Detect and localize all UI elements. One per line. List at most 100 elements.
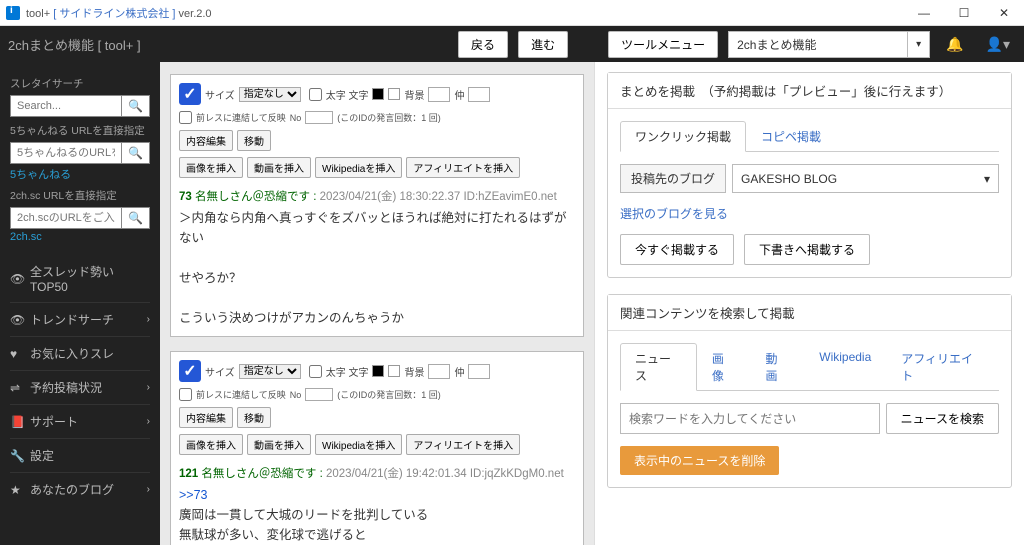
insert-image-button[interactable]: 画像を挿入 bbox=[179, 434, 243, 455]
move-button[interactable]: 移動 bbox=[237, 407, 271, 428]
sidebar-item-scheduled[interactable]: ⇌ 予約投稿状況 › bbox=[10, 370, 150, 404]
section-label: スレタイサーチ bbox=[10, 76, 150, 91]
tab-copypaste[interactable]: コピペ掲載 bbox=[746, 121, 836, 151]
edit-content-button[interactable]: 内容編集 bbox=[179, 407, 233, 428]
publish-now-button[interactable]: 今すぐ掲載する bbox=[620, 234, 734, 265]
search-icon[interactable]: 🔍 bbox=[122, 142, 150, 164]
no-input[interactable] bbox=[305, 111, 333, 124]
insert-video-button[interactable]: 動画を挿入 bbox=[247, 157, 311, 178]
size-select[interactable]: 指定なし bbox=[239, 364, 301, 379]
post-card: ✓ サイズ 指定なし 太字 文字 背景 仲 前レスに連結して反映 No (このI… bbox=[170, 74, 584, 337]
blog-select-value: GAKESHO BLOG bbox=[741, 172, 837, 186]
url-2chsc-input[interactable] bbox=[10, 207, 122, 229]
extra-input[interactable] bbox=[468, 364, 490, 379]
join-prev-checkbox[interactable] bbox=[179, 111, 192, 124]
edit-content-button[interactable]: 内容編集 bbox=[179, 130, 233, 151]
news-search-input[interactable] bbox=[620, 403, 880, 434]
url-5ch-input[interactable] bbox=[10, 142, 122, 164]
user-icon[interactable]: 👤▾ bbox=[980, 36, 1016, 53]
book-icon: 📕 bbox=[10, 415, 24, 429]
anchor-link[interactable]: >>73 bbox=[179, 488, 208, 502]
bell-icon[interactable]: 🔔 bbox=[940, 36, 969, 53]
insert-wikipedia-button[interactable]: Wikipediaを挿入 bbox=[315, 157, 402, 178]
sidebar-item-favorite[interactable]: ♥ お気に入りスレ bbox=[10, 336, 150, 370]
insert-affiliate-button[interactable]: アフィリエイトを挿入 bbox=[406, 434, 520, 455]
bold-checkbox[interactable] bbox=[309, 88, 322, 101]
sidebar-item-label: トレンドサーチ bbox=[30, 311, 114, 328]
navbar: 2chまとめ機能 [ tool+ ] 戻る 進む ツールメニュー 2chまとめ機… bbox=[0, 26, 1024, 62]
post-card: ✓ サイズ 指定なし 太字 文字 背景 仲 前レスに連結して反映 No (このI… bbox=[170, 351, 584, 545]
schedule-icon: ⇌ bbox=[10, 381, 24, 395]
sidebar-item-label: 全スレッド勢いTOP50 bbox=[30, 263, 150, 294]
insert-affiliate-button[interactable]: アフィリエイトを挿入 bbox=[406, 157, 520, 178]
tab-news[interactable]: ニュース bbox=[620, 343, 697, 391]
save-draft-button[interactable]: 下書きへ掲載する bbox=[744, 234, 870, 265]
join-prev-checkbox[interactable] bbox=[179, 388, 192, 401]
tab-video[interactable]: 動画 bbox=[751, 343, 805, 390]
text-color-swatch-2[interactable] bbox=[388, 88, 400, 100]
maximize-button[interactable]: ☐ bbox=[944, 0, 984, 26]
bg-input[interactable] bbox=[428, 87, 450, 102]
blog-select[interactable]: GAKESHO BLOG ▾ bbox=[732, 164, 999, 193]
bold-checkbox[interactable] bbox=[309, 365, 322, 378]
count-text: (このIDの発言回数：1 回) bbox=[337, 388, 441, 401]
eye-icon: 👁 bbox=[10, 272, 24, 286]
sidebar-item-label: お気に入りスレ bbox=[30, 345, 114, 362]
size-label: サイズ bbox=[205, 87, 235, 102]
text-color-swatch-2[interactable] bbox=[388, 365, 400, 377]
sidebar-item-yourblog[interactable]: ★ あなたのブログ › bbox=[10, 472, 150, 506]
title-bar: tool+ [ サイドライン株式会社 ] ver.2.0 — ☐ ✕ bbox=[0, 0, 1024, 26]
tool-menu-button[interactable]: ツールメニュー bbox=[608, 31, 718, 58]
title-search-input[interactable] bbox=[10, 95, 122, 117]
minimize-button[interactable]: — bbox=[904, 0, 944, 26]
sidebar-item-settings[interactable]: 🔧 設定 bbox=[10, 438, 150, 472]
link-2chsc[interactable]: 2ch.sc bbox=[10, 231, 150, 243]
separator: 仲 bbox=[454, 364, 464, 379]
text-color-swatch[interactable] bbox=[372, 365, 384, 377]
post-meta: 121 名無しさん＠恐縮です : 2023/04/21(金) 19:42:01.… bbox=[179, 465, 575, 481]
chevron-down-icon: ▾ bbox=[984, 172, 990, 186]
sidebar-item-top50[interactable]: 👁 全スレッド勢いTOP50 bbox=[10, 255, 150, 302]
insert-image-button[interactable]: 画像を挿入 bbox=[179, 157, 243, 178]
extra-input[interactable] bbox=[468, 87, 490, 102]
close-button[interactable]: ✕ bbox=[984, 0, 1024, 26]
sidebar-item-label: サポート bbox=[30, 413, 78, 430]
no-input[interactable] bbox=[305, 388, 333, 401]
sidebar-item-trend[interactable]: 👁 トレンドサーチ › bbox=[10, 302, 150, 336]
mode-select[interactable]: 2chまとめ機能 ▾ bbox=[728, 31, 930, 58]
chevron-down-icon[interactable]: ▾ bbox=[908, 31, 930, 58]
search-icon[interactable]: 🔍 bbox=[122, 207, 150, 229]
move-button[interactable]: 移動 bbox=[237, 130, 271, 151]
text-color-swatch[interactable] bbox=[372, 88, 384, 100]
forward-button[interactable]: 進む bbox=[518, 31, 568, 58]
heart-icon: ♥ bbox=[10, 347, 24, 361]
tab-affiliate[interactable]: アフィリエイト bbox=[886, 343, 999, 390]
tab-oneclick[interactable]: ワンクリック掲載 bbox=[620, 121, 746, 152]
insert-video-button[interactable]: 動画を挿入 bbox=[247, 434, 311, 455]
back-button[interactable]: 戻る bbox=[458, 31, 508, 58]
link-5ch[interactable]: 5ちゃんねる bbox=[10, 166, 150, 182]
sidebar-item-label: あなたのブログ bbox=[30, 481, 114, 498]
tab-wikipedia[interactable]: Wikipedia bbox=[804, 343, 886, 390]
chevron-right-icon: › bbox=[147, 484, 150, 495]
size-select[interactable]: 指定なし bbox=[239, 87, 301, 102]
sidebar: スレタイサーチ 🔍 5ちゃんねる URLを直接指定 🔍 5ちゃんねる 2ch.s… bbox=[0, 62, 160, 545]
chevron-right-icon: › bbox=[147, 314, 150, 325]
center-panel: ✓ サイズ 指定なし 太字 文字 背景 仲 前レスに連結して反映 No (このI… bbox=[160, 62, 594, 545]
search-news-button[interactable]: ニュースを検索 bbox=[886, 403, 999, 434]
insert-wikipedia-button[interactable]: Wikipediaを挿入 bbox=[315, 434, 402, 455]
check-icon[interactable]: ✓ bbox=[179, 360, 201, 382]
check-icon[interactable]: ✓ bbox=[179, 83, 201, 105]
sidebar-item-support[interactable]: 📕 サポート › bbox=[10, 404, 150, 438]
section-label: 5ちゃんねる URLを直接指定 bbox=[10, 123, 150, 138]
tab-image[interactable]: 画像 bbox=[697, 343, 751, 390]
view-blog-link[interactable]: 選択のブログを見る bbox=[620, 205, 999, 222]
post-meta: 73 名無しさん＠恐縮です : 2023/04/21(金) 18:30:22.3… bbox=[179, 188, 575, 204]
star-icon: ★ bbox=[10, 483, 24, 497]
search-icon[interactable]: 🔍 bbox=[122, 95, 150, 117]
delete-news-button[interactable]: 表示中のニュースを削除 bbox=[620, 446, 779, 475]
wrench-icon: 🔧 bbox=[10, 449, 24, 463]
bold-label: 太字 文字 bbox=[326, 364, 369, 379]
bg-input[interactable] bbox=[428, 364, 450, 379]
publish-tabs: ワンクリック掲載 コピペ掲載 bbox=[620, 121, 999, 152]
